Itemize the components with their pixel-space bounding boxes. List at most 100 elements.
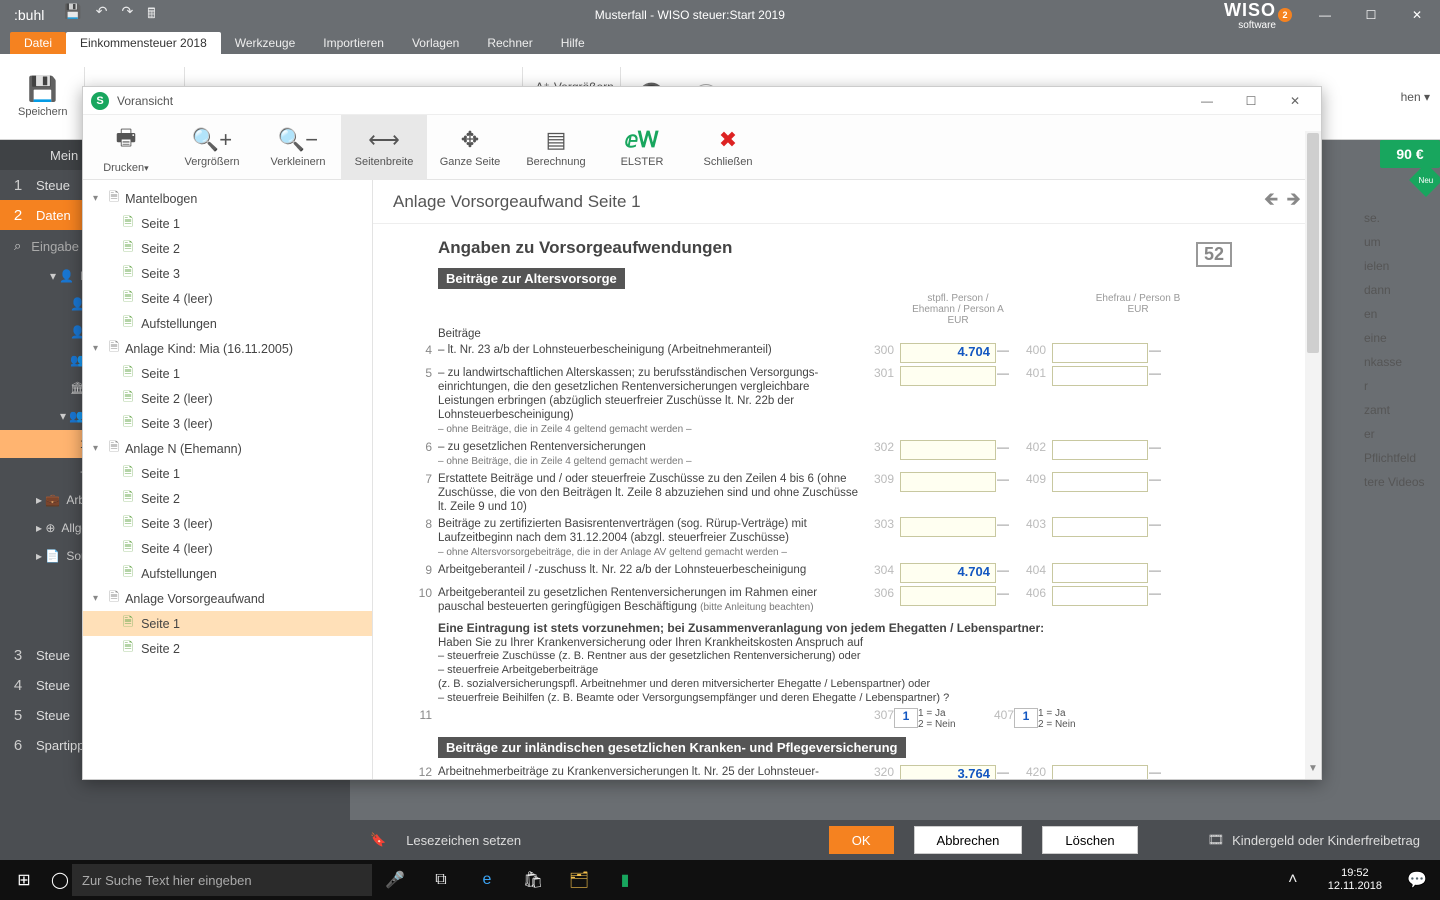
tb-elster[interactable]: ⅇᎳELSTER [599, 115, 685, 180]
field-person-b[interactable] [1052, 440, 1148, 460]
field-person-a[interactable]: 4.704 [900, 563, 996, 583]
form-scrollbar[interactable]: ▲ ▼ [1305, 131, 1321, 779]
right-help-panel: se.umielendanneneinenkasserzamterPflicht… [1360, 200, 1440, 830]
field-person-b[interactable] [1052, 586, 1148, 606]
form-row: 5 – zu landwirtschaftlichen Alterskassen… [438, 366, 1238, 437]
tree-node[interactable]: ▾🗎Anlage Vorsorgeaufwand [83, 586, 372, 611]
preview-maximize[interactable]: ☐ [1233, 94, 1269, 108]
field-person-b[interactable] [1052, 366, 1148, 386]
tree-leaf[interactable]: 🗎Seite 1 [83, 461, 372, 486]
tree-leaf[interactable]: 🗎Seite 2 (leer) [83, 386, 372, 411]
preview-close[interactable]: ✕ [1277, 94, 1313, 108]
prev-page-icon[interactable]: 🡸 [1264, 187, 1279, 217]
field-person-a[interactable] [900, 517, 996, 537]
tree-leaf[interactable]: 🗎Aufstellungen [83, 311, 372, 336]
window-title: Musterfall - WISO steuer:Start 2019 [156, 8, 1224, 22]
window-buttons: — ☐ ✕ [1302, 0, 1440, 30]
tree-leaf[interactable]: 🗎Seite 3 [83, 261, 372, 286]
tab-hilfe[interactable]: Hilfe [547, 32, 599, 54]
tree-leaf[interactable]: 🗎Aufstellungen [83, 561, 372, 586]
tree-leaf[interactable]: 🗎Seite 1 [83, 211, 372, 236]
tree-node[interactable]: ▾🗎Anlage N (Ehemann) [83, 436, 372, 461]
tree-leaf[interactable]: 🗎Seite 2 [83, 486, 372, 511]
preview-tree[interactable]: ▾🗎Mantelbogen🗎Seite 1🗎Seite 2🗎Seite 3🗎Se… [83, 180, 373, 779]
notifications-icon[interactable]: 💬 [1394, 870, 1440, 890]
field-person-b[interactable] [1052, 517, 1148, 537]
close-button[interactable]: ✕ [1394, 0, 1440, 30]
right-fragment: zamt [1364, 398, 1436, 422]
tree-leaf[interactable]: 🗎Seite 4 (leer) [83, 286, 372, 311]
mic-icon[interactable]: 🎤 [372, 870, 418, 890]
form-scroll[interactable]: 52Angaben zu VorsorgeaufwendungenBeiträg… [373, 224, 1321, 779]
maximize-button[interactable]: ☐ [1348, 0, 1394, 30]
tb-calc[interactable]: ▤Berechnung [513, 115, 599, 180]
start-button[interactable]: ⊞ [0, 870, 48, 890]
video-link[interactable]: 🎞Kindergeld oder Kinderfreibetrag [1208, 832, 1420, 848]
tree-node[interactable]: ▾🗎Mantelbogen [83, 186, 372, 211]
field-yesno-b[interactable]: 1 [1014, 708, 1038, 728]
qat-save-icon[interactable]: 💾 [64, 3, 81, 27]
tree-leaf[interactable]: 🗎Seite 2 [83, 236, 372, 261]
ribbon-save[interactable]: 💾Speichern [8, 71, 78, 122]
qat-calc-icon[interactable]: 🖩 [147, 3, 155, 27]
tree-leaf[interactable]: 🗎Seite 3 (leer) [83, 411, 372, 436]
field-person-b[interactable] [1052, 472, 1148, 492]
tray-up-icon[interactable]: ˄ [1270, 871, 1316, 889]
titlebar: :buhl 💾 ↶ ↷ 🖩 Musterfall - WISO steuer:S… [0, 0, 1440, 30]
ribbon-overflow[interactable]: hen ▾ [1401, 90, 1440, 104]
next-page-icon[interactable]: 🡺 [1286, 187, 1301, 217]
field-person-b[interactable] [1052, 765, 1148, 779]
tab-werkzeuge[interactable]: Werkzeuge [221, 32, 309, 54]
field-person-b[interactable] [1052, 343, 1148, 363]
tb-print[interactable]: 🖶Drucken▾ [83, 115, 169, 180]
wiso-taskbar-icon[interactable]: ▮ [602, 870, 648, 890]
tb-zoom-out[interactable]: 🔍−Verkleinern [255, 115, 341, 180]
field-person-a[interactable] [900, 586, 996, 606]
tab-importieren[interactable]: Importieren [309, 32, 398, 54]
field-person-a[interactable] [900, 440, 996, 460]
tb-fit-page[interactable]: ✥Ganze Seite [427, 115, 513, 180]
tab-einkommensteuer[interactable]: Einkommensteuer 2018 [66, 32, 221, 54]
tb-fit-width[interactable]: ⟷Seitenbreite [341, 115, 427, 180]
field-person-a[interactable]: 3.764 [900, 765, 996, 779]
tab-rechner[interactable]: Rechner [473, 32, 546, 54]
ok-button[interactable]: OK [829, 826, 894, 854]
tb-zoom-in[interactable]: 🔍+Vergrößern [169, 115, 255, 180]
right-fragment: en [1364, 302, 1436, 326]
field-person-a[interactable]: 4.704 [900, 343, 996, 363]
neu-badge: Neu [1409, 163, 1440, 197]
field-person-a[interactable] [900, 472, 996, 492]
tb-close[interactable]: ✖Schließen [685, 115, 771, 180]
field-person-b[interactable] [1052, 563, 1148, 583]
field-person-a[interactable] [900, 366, 996, 386]
zoom-in-icon: 🔍+ [192, 127, 232, 153]
tab-file[interactable]: Datei [10, 32, 66, 54]
tree-leaf[interactable]: 🗎Seite 4 (leer) [83, 536, 372, 561]
cortana-icon[interactable]: ◯ [48, 870, 72, 890]
preview-minimize[interactable]: — [1189, 94, 1225, 108]
delete-button[interactable]: Löschen [1042, 826, 1137, 854]
explorer-icon[interactable]: 🗂 [556, 870, 602, 890]
taskbar-search[interactable]: Zur Suche Text hier eingeben [72, 864, 372, 896]
scroll-down-icon[interactable]: ▼ [1305, 763, 1321, 779]
tree-leaf[interactable]: 🗎Seite 1 [83, 361, 372, 386]
tree-leaf[interactable]: 🗎Seite 3 (leer) [83, 511, 372, 536]
tab-vorlagen[interactable]: Vorlagen [398, 32, 473, 54]
logo-sub: software [1224, 21, 1276, 31]
cancel-button[interactable]: Abbrechen [914, 826, 1023, 854]
edge-icon[interactable]: e [464, 871, 510, 889]
bookmark-label[interactable]: Lesezeichen setzen [406, 833, 521, 848]
taskbar-clock[interactable]: 19:5212.11.2018 [1316, 867, 1394, 893]
tree-leaf[interactable]: 🗎Seite 1 [83, 611, 372, 636]
minimize-button[interactable]: — [1302, 0, 1348, 30]
scroll-thumb[interactable] [1307, 133, 1319, 353]
qat-redo-icon[interactable]: ↷ [122, 3, 134, 27]
tree-node[interactable]: ▾🗎Anlage Kind: Mia (16.11.2005) [83, 336, 372, 361]
field-yesno-a[interactable]: 1 [894, 708, 918, 728]
store-icon[interactable]: 🛍 [510, 870, 556, 890]
qat-undo-icon[interactable]: ↶ [96, 3, 108, 27]
fit-width-icon: ⟷ [368, 127, 400, 153]
bookmark-icon[interactable]: 🔖 [370, 832, 386, 848]
tree-leaf[interactable]: 🗎Seite 2 [83, 636, 372, 661]
taskview-icon[interactable]: ⧉ [418, 871, 464, 889]
